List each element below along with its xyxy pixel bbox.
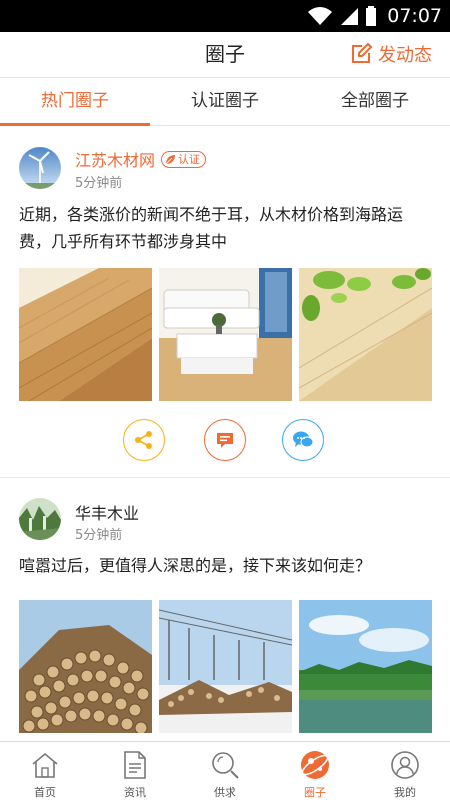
post-author: 华丰木业 <box>75 500 139 524</box>
share-button[interactable] <box>123 419 165 461</box>
status-time: 07:07 <box>387 5 442 27</box>
document-icon <box>119 749 151 781</box>
post-image-living-room[interactable] <box>159 268 292 401</box>
nav-label: 资讯 <box>124 786 146 799</box>
nav-profile[interactable]: 我的 <box>360 742 450 800</box>
post-feed: 江苏木材网 认证 5分钟前 近期，各类涨价的新闻不绝于耳，从木材价格到海路运费，… <box>0 127 450 741</box>
post-time: 5分钟前 <box>75 176 123 191</box>
nav-label: 我的 <box>394 786 416 799</box>
signal-icon <box>341 8 359 25</box>
comment-button[interactable] <box>204 419 246 461</box>
battery-icon <box>366 6 377 26</box>
post-text: 喧嚣过后，更值得人深思的是，接下来该如何走？ <box>19 556 372 575</box>
post-card: 华丰木业 5分钟前 喧嚣过后，更值得人深思的是，接下来该如何走？ <box>0 478 450 741</box>
user-icon <box>389 749 421 781</box>
tab-verified-circles[interactable]: 认证圈子 <box>150 78 300 125</box>
nav-news[interactable]: 资讯 <box>90 742 180 800</box>
post-author: 江苏木材网 认证 <box>75 147 207 171</box>
verified-label: 认证 <box>178 152 201 166</box>
post-image-lake[interactable] <box>299 600 432 733</box>
nav-label: 圈子 <box>304 786 326 799</box>
tab-all-circles[interactable]: 全部圈子 <box>300 78 450 125</box>
tab-hot-circles[interactable]: 热门圈子 <box>0 78 150 126</box>
author-name[interactable]: 华丰木业 <box>75 500 139 524</box>
edit-icon <box>352 43 372 63</box>
bottom-nav: 首页 资讯 供求 圈子 我的 <box>0 741 450 800</box>
nav-home[interactable]: 首页 <box>0 742 90 800</box>
nav-supply-demand[interactable]: 供求 <box>180 742 270 800</box>
chat-icon <box>293 431 314 448</box>
status-bar: 07:07 <box>0 0 450 32</box>
author-avatar[interactable] <box>19 147 61 189</box>
wifi-icon <box>308 7 333 25</box>
planet-icon <box>299 749 331 781</box>
leaf-icon <box>165 154 176 164</box>
nav-circle[interactable]: 圈子 <box>270 742 360 800</box>
nav-label: 首页 <box>34 786 56 799</box>
search-icon <box>209 749 241 781</box>
nav-label: 供求 <box>214 786 236 799</box>
circle-tabs: 热门圈子 认证圈子 全部圈子 <box>0 78 450 126</box>
post-time: 5分钟前 <box>75 528 123 543</box>
share-icon <box>135 431 152 449</box>
post-update-button[interactable]: 发动态 <box>350 38 432 70</box>
chat-button[interactable] <box>282 419 324 461</box>
author-avatar[interactable] <box>19 498 61 540</box>
post-update-label: 发动态 <box>378 45 432 66</box>
post-image-wood-floor[interactable] <box>19 268 152 401</box>
post-image-log-pile[interactable] <box>19 600 152 733</box>
status-icons: 07:07 <box>307 4 442 28</box>
post-text: 近期，各类涨价的新闻不绝于耳，从木材价格到海路运费，几乎所有环节都涉身其中 <box>19 205 404 251</box>
post-image-green-leaves[interactable] <box>299 268 432 401</box>
home-icon <box>29 749 61 781</box>
app-header: 圈子 发动态 <box>0 32 450 78</box>
post-image-log-yard[interactable] <box>159 600 292 733</box>
verified-badge: 认证 <box>161 150 207 168</box>
comment-icon <box>217 433 233 448</box>
author-name[interactable]: 江苏木材网 <box>75 147 155 171</box>
post-card: 江苏木材网 认证 5分钟前 近期，各类涨价的新闻不绝于耳，从木材价格到海路运费，… <box>0 127 450 478</box>
